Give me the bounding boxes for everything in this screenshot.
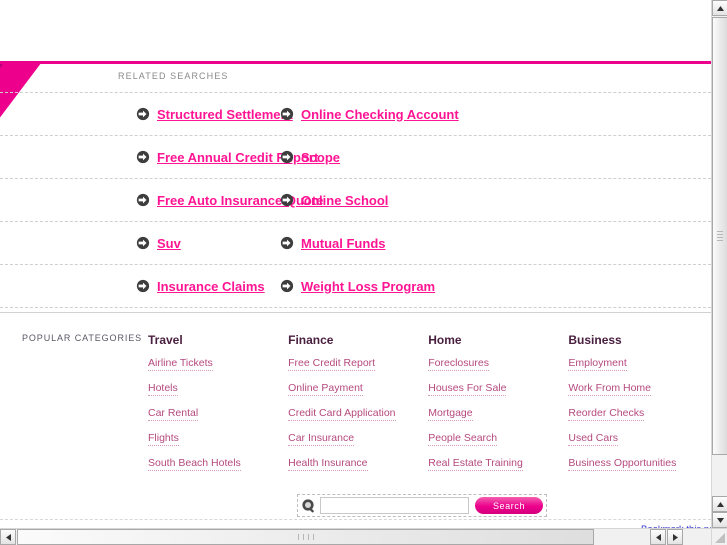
arrow-circle-right-icon [280, 107, 294, 121]
horizontal-scrollbar[interactable] [0, 528, 711, 545]
search-area: Search [0, 488, 711, 522]
related-search-item[interactable]: Insurance Claims [0, 279, 270, 294]
arrow-circle-right-icon [136, 236, 150, 250]
related-search-item[interactable]: Free Annual Credit Report [0, 150, 318, 165]
category-link[interactable]: Flights [148, 432, 179, 446]
scrollbar-grip [717, 229, 723, 243]
category-link[interactable]: People Search [428, 432, 498, 446]
triangle-left-icon [5, 533, 11, 541]
category-link[interactable]: Work From Home [568, 382, 652, 396]
triangle-up-icon [716, 5, 724, 11]
resize-grip-icon [715, 533, 725, 543]
category-link[interactable]: Online Payment [288, 382, 363, 396]
category-column-business: Business Employment Work From Home Reord… [568, 333, 711, 478]
category-link[interactable]: Hotels [148, 382, 178, 396]
scroll-up-button[interactable] [712, 0, 727, 16]
window-resize-corner[interactable] [711, 528, 727, 545]
related-search-item[interactable]: Suv [0, 236, 270, 251]
popular-categories-label: POPULAR CATEGORIES [22, 333, 143, 343]
related-search-row: Structured Settlement Online Checking Ac… [0, 92, 711, 135]
arrow-circle-right-icon [136, 279, 150, 293]
footer-divider [0, 519, 711, 520]
related-search-link[interactable]: Insurance Claims [157, 279, 265, 294]
category-link[interactable]: Car Rental [148, 407, 199, 421]
category-heading: Travel [148, 333, 183, 347]
category-link[interactable]: Real Estate Training [428, 457, 523, 471]
scroll-left-button-secondary[interactable] [650, 529, 666, 545]
category-link[interactable]: Used Cars [568, 432, 618, 446]
related-search-row: Suv Mutual Funds [0, 221, 711, 264]
scroll-right-button[interactable] [667, 529, 683, 545]
related-search-row: Free Auto Insurance Quote Online School [0, 178, 711, 221]
magnifier-icon [302, 498, 314, 512]
category-link[interactable]: South Beach Hotels [148, 457, 241, 471]
related-search-item[interactable]: Mutual Funds [270, 236, 711, 251]
vertical-scrollbar[interactable] [711, 0, 727, 529]
search-input[interactable] [320, 497, 469, 514]
related-searches-label: RELATED SEARCHES [118, 71, 229, 81]
related-search-link[interactable]: Weight Loss Program [301, 279, 435, 294]
related-search-row: Insurance Claims Weight Loss Program [0, 264, 711, 307]
related-search-link[interactable]: Mutual Funds [301, 236, 386, 251]
category-link[interactable]: Employment [568, 357, 627, 371]
category-column-home: Home Foreclosures Houses For Sale Mortga… [428, 333, 568, 478]
category-column-finance: Finance Free Credit Report Online Paymen… [288, 333, 428, 478]
triangle-down-icon [716, 517, 724, 523]
scroll-down-button[interactable] [712, 512, 727, 528]
arrow-circle-right-icon [136, 107, 150, 121]
category-heading: Home [428, 333, 462, 347]
category-heading: Finance [288, 333, 334, 347]
arrow-circle-right-icon [280, 193, 294, 207]
category-link[interactable]: Business Opportunities [568, 457, 677, 471]
triangle-right-icon [672, 533, 678, 541]
related-search-item[interactable]: Online School [270, 193, 711, 208]
arrow-circle-right-icon [136, 193, 150, 207]
related-search-row: Free Annual Credit Report Scope [0, 135, 711, 178]
triangle-up-icon [716, 501, 724, 507]
category-link[interactable]: Reorder Checks [568, 407, 645, 421]
category-link[interactable]: Foreclosures [428, 357, 489, 371]
related-search-link[interactable]: Online School [301, 193, 388, 208]
search-button[interactable]: Search [475, 497, 543, 514]
category-heading: Business [568, 333, 622, 347]
triangle-left-icon [655, 533, 661, 541]
arrow-circle-right-icon [280, 150, 294, 164]
related-search-link[interactable]: Scope [301, 150, 340, 165]
related-search-item[interactable]: Online Checking Account [270, 107, 711, 122]
category-link[interactable]: Credit Card Application [288, 407, 396, 421]
related-search-link[interactable]: Suv [157, 236, 181, 251]
scrollbar-grip [296, 534, 316, 540]
browser-page: RELATED SEARCHES Structured Settlement O… [0, 0, 727, 545]
related-searches-bottom-rule [0, 307, 711, 308]
header-accent-rule [0, 61, 711, 64]
scroll-left-button[interactable] [0, 529, 16, 545]
category-link[interactable]: Houses For Sale [428, 382, 507, 396]
related-search-item[interactable]: Structured Settlement [0, 107, 293, 122]
page-viewport: RELATED SEARCHES Structured Settlement O… [0, 0, 711, 528]
scroll-up-button-secondary[interactable] [712, 496, 727, 512]
arrow-circle-right-icon [136, 150, 150, 164]
related-search-link[interactable]: Online Checking Account [301, 107, 459, 122]
arrow-circle-right-icon [280, 236, 294, 250]
related-searches-list: Structured Settlement Online Checking Ac… [0, 92, 711, 308]
horizontal-scrollbar-thumb[interactable] [17, 529, 594, 545]
related-search-item[interactable]: Weight Loss Program [270, 279, 711, 294]
category-link[interactable]: Free Credit Report [288, 357, 376, 371]
category-link[interactable]: Airline Tickets [148, 357, 213, 371]
category-link[interactable]: Car Insurance [288, 432, 355, 446]
popular-categories-columns: Travel Airline Tickets Hotels Car Rental… [148, 333, 711, 478]
page-header [0, 0, 711, 61]
related-search-item[interactable]: Free Auto Insurance Quote [0, 193, 323, 208]
category-column-travel: Travel Airline Tickets Hotels Car Rental… [148, 333, 288, 478]
search-box: Search [297, 494, 547, 517]
related-search-item[interactable]: Scope [270, 150, 711, 165]
popular-categories-section: POPULAR CATEGORIES Travel Airline Ticket… [0, 312, 711, 471]
category-link[interactable]: Health Insurance [288, 457, 368, 471]
vertical-scrollbar-thumb[interactable] [712, 17, 727, 455]
category-link[interactable]: Mortgage [428, 407, 473, 421]
arrow-circle-right-icon [280, 279, 294, 293]
